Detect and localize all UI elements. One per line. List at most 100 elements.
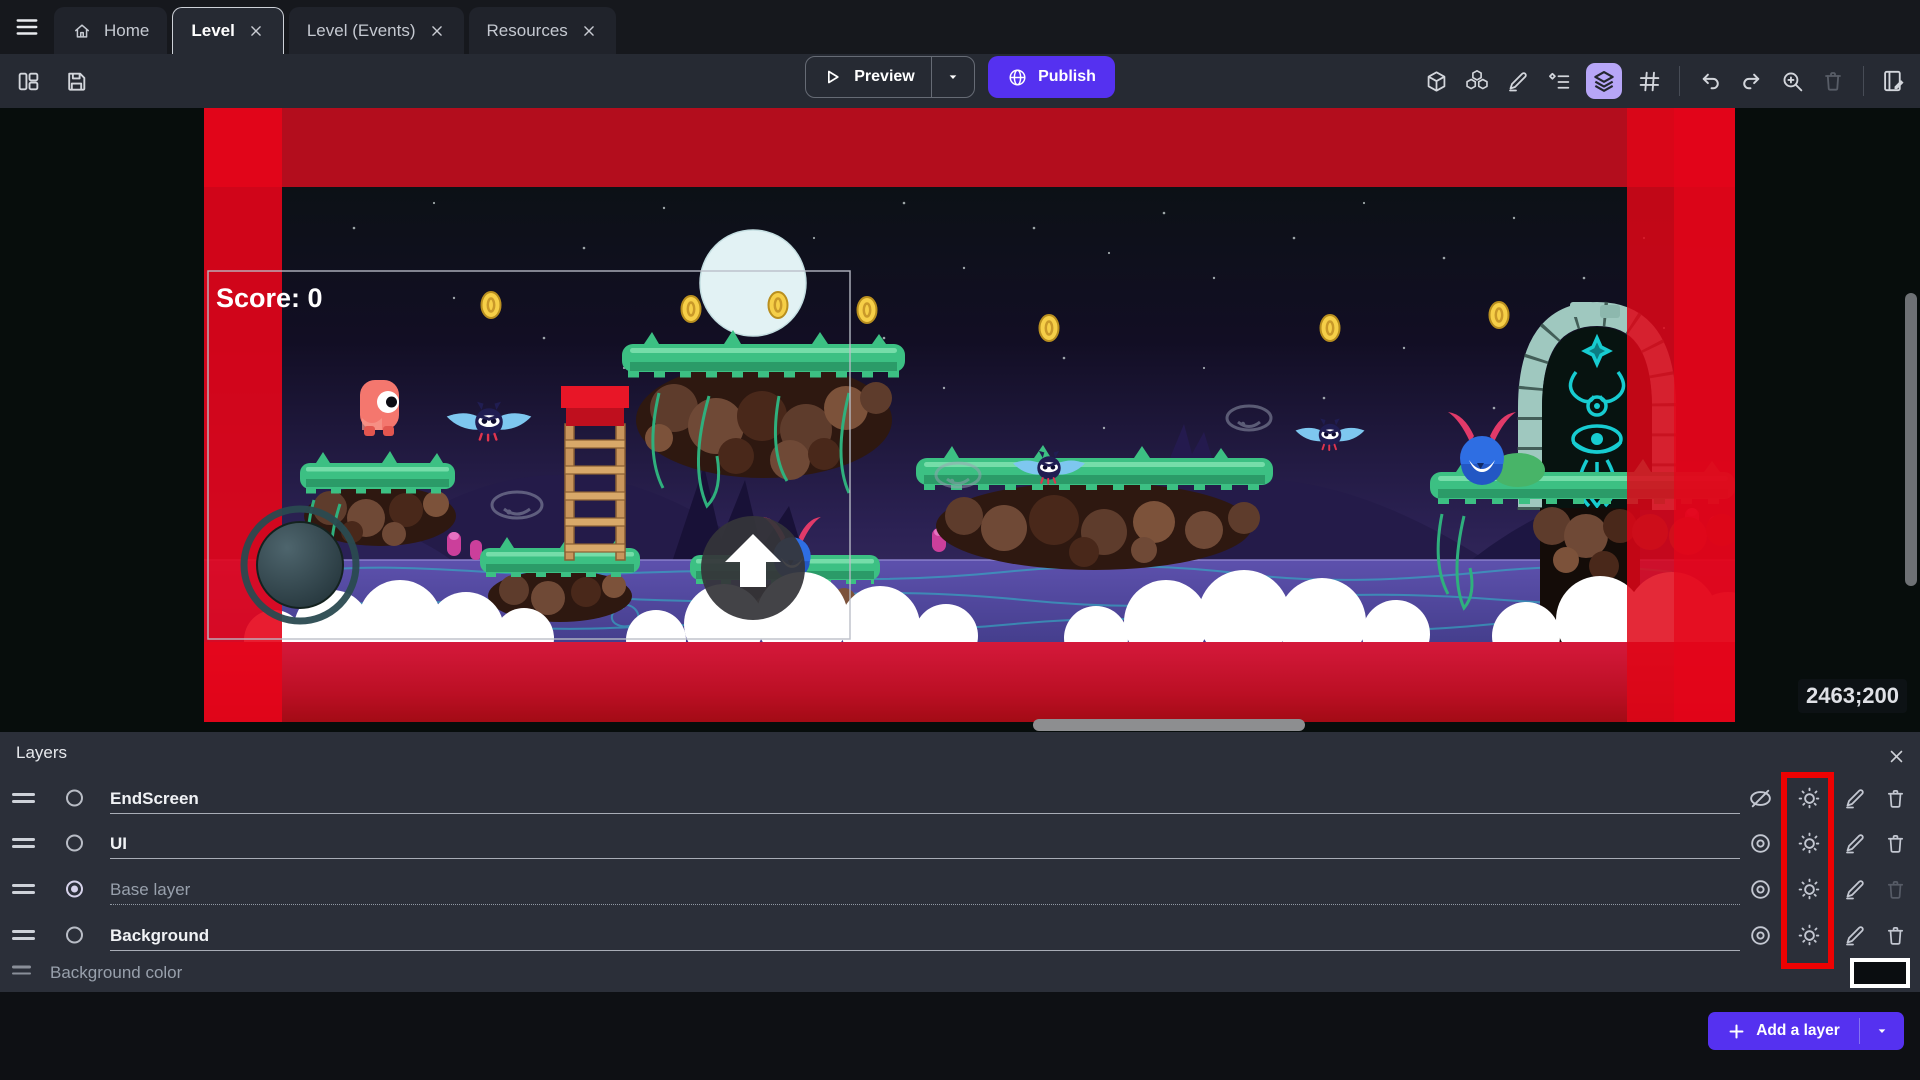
undo-icon <box>1698 69 1723 94</box>
add-layer-options-button[interactable] <box>1860 1023 1904 1039</box>
drag-handle-icon[interactable] <box>12 884 35 894</box>
delete-layer-icon[interactable] <box>1881 784 1909 812</box>
add-layer-button[interactable]: Add a layer <box>1708 1012 1904 1050</box>
publish-label: Publish <box>1038 68 1096 86</box>
main-menu-button[interactable] <box>0 0 54 54</box>
visibility-on-icon[interactable] <box>1746 829 1774 857</box>
drag-handle-icon[interactable] <box>12 793 35 803</box>
preview-label: Preview <box>854 68 914 86</box>
lighting-icon[interactable] <box>1795 829 1823 857</box>
toggle-3d-button[interactable] <box>1422 67 1450 95</box>
panels-layout-button[interactable] <box>14 67 42 95</box>
layer-name-field[interactable]: EndScreen <box>110 778 1740 814</box>
play-icon <box>822 67 842 87</box>
grid-button[interactable] <box>1635 67 1663 95</box>
pencil-icon <box>1506 69 1530 93</box>
instances-list-icon <box>1547 69 1572 94</box>
layers-panel-button[interactable] <box>1586 63 1622 99</box>
drag-handle-icon <box>12 966 31 975</box>
tab-level-events[interactable]: Level (Events) <box>289 7 464 54</box>
layer-name-field[interactable]: UI <box>110 823 1740 859</box>
delete-layer-icon[interactable] <box>1881 921 1909 949</box>
layers-icon <box>1591 68 1617 94</box>
publish-button[interactable]: Publish <box>988 56 1115 98</box>
delete-layer-icon[interactable] <box>1881 829 1909 857</box>
add-layer-label: Add a layer <box>1756 1022 1840 1040</box>
visibility-on-icon[interactable] <box>1746 921 1774 949</box>
layer-name-field[interactable]: Base layer <box>110 869 1740 905</box>
grid-icon <box>1637 69 1662 94</box>
top-hazard-band[interactable] <box>204 108 1735 187</box>
layer-select-radio-checked[interactable] <box>66 881 83 898</box>
layer-row-endscreen[interactable]: EndScreen <box>0 778 1920 818</box>
events-sheet-button[interactable] <box>1880 67 1908 95</box>
player-sprite[interactable] <box>360 380 399 436</box>
layer-select-radio[interactable] <box>66 927 83 944</box>
app-window: Home Level Level (Events) Resources <box>0 0 1920 1080</box>
redo-button[interactable] <box>1737 67 1765 95</box>
bottom-bar: Add a layer <box>0 992 1920 1080</box>
layer-row-ui[interactable]: UI <box>0 823 1920 863</box>
lighting-icon[interactable] <box>1795 875 1823 903</box>
visibility-off-icon[interactable] <box>1746 784 1774 812</box>
layer-select-radio[interactable] <box>66 790 83 807</box>
layer-row-background[interactable]: Background <box>0 915 1920 955</box>
chevron-down-icon <box>1874 1023 1890 1039</box>
tab-label: Level (Events) <box>307 21 416 41</box>
properties-button[interactable] <box>1504 67 1532 95</box>
lighting-icon[interactable] <box>1795 921 1823 949</box>
events-sheet-icon <box>1881 68 1907 94</box>
zoom-in-icon <box>1780 69 1805 94</box>
tab-home[interactable]: Home <box>54 7 167 54</box>
tab-resources[interactable]: Resources <box>469 7 616 54</box>
drag-handle-icon[interactable] <box>12 930 35 940</box>
cursor-coordinates-badge: 2463;200 <box>1798 679 1907 713</box>
globe-icon <box>1007 67 1028 88</box>
left-border-strip[interactable] <box>204 108 282 722</box>
delete-button[interactable] <box>1819 67 1847 95</box>
layer-select-radio[interactable] <box>66 835 83 852</box>
layers-panel-title: Layers <box>16 743 67 763</box>
close-icon[interactable] <box>428 22 446 40</box>
layers-panel: Layers EndScreen U <box>0 732 1920 992</box>
trash-icon <box>1821 69 1845 93</box>
divider <box>1863 66 1864 96</box>
lighting-icon[interactable] <box>1795 784 1823 812</box>
plus-icon <box>1727 1022 1746 1041</box>
horizontal-scrollbar[interactable] <box>1033 719 1305 731</box>
drag-handle-icon[interactable] <box>12 838 35 848</box>
background-color-label: Background color <box>50 963 182 983</box>
tab-level[interactable]: Level <box>172 7 283 54</box>
joystick-control[interactable] <box>244 509 356 621</box>
scene-editor-canvas[interactable]: Score: 0 2463;200 <box>0 108 1920 732</box>
save-button[interactable] <box>62 67 90 95</box>
jump-button-control[interactable] <box>701 516 805 620</box>
zoom-in-button[interactable] <box>1778 67 1806 95</box>
undo-button[interactable] <box>1696 67 1724 95</box>
delete-layer-icon-disabled <box>1881 875 1909 903</box>
edit-layer-icon[interactable] <box>1841 784 1869 812</box>
instances-list-button[interactable] <box>1545 67 1573 95</box>
close-icon <box>1888 748 1905 765</box>
layer-row-base[interactable]: Base layer <box>0 869 1920 909</box>
vertical-scrollbar[interactable] <box>1905 293 1917 586</box>
moon-sprite[interactable] <box>700 230 806 336</box>
bottom-hazard-band[interactable] <box>204 642 1735 722</box>
edit-layer-icon[interactable] <box>1841 875 1869 903</box>
close-panel-button[interactable] <box>1884 744 1908 768</box>
background-color-swatch[interactable] <box>1850 958 1910 988</box>
toolbar: Preview Publish <box>0 54 1920 108</box>
chevron-down-icon <box>945 69 961 85</box>
preview-options-button[interactable] <box>932 69 974 85</box>
close-icon[interactable] <box>580 22 598 40</box>
red-box-sprite[interactable] <box>561 386 629 426</box>
close-icon[interactable] <box>247 22 265 40</box>
preview-button[interactable]: Preview <box>805 56 975 98</box>
tab-bar: Home Level Level (Events) Resources <box>0 0 1920 54</box>
save-icon <box>64 69 89 94</box>
edit-layer-icon[interactable] <box>1841 829 1869 857</box>
objects-panel-button[interactable] <box>1463 67 1491 95</box>
edit-layer-icon[interactable] <box>1841 921 1869 949</box>
visibility-on-icon[interactable] <box>1746 875 1774 903</box>
layer-name-field[interactable]: Background <box>110 915 1740 951</box>
